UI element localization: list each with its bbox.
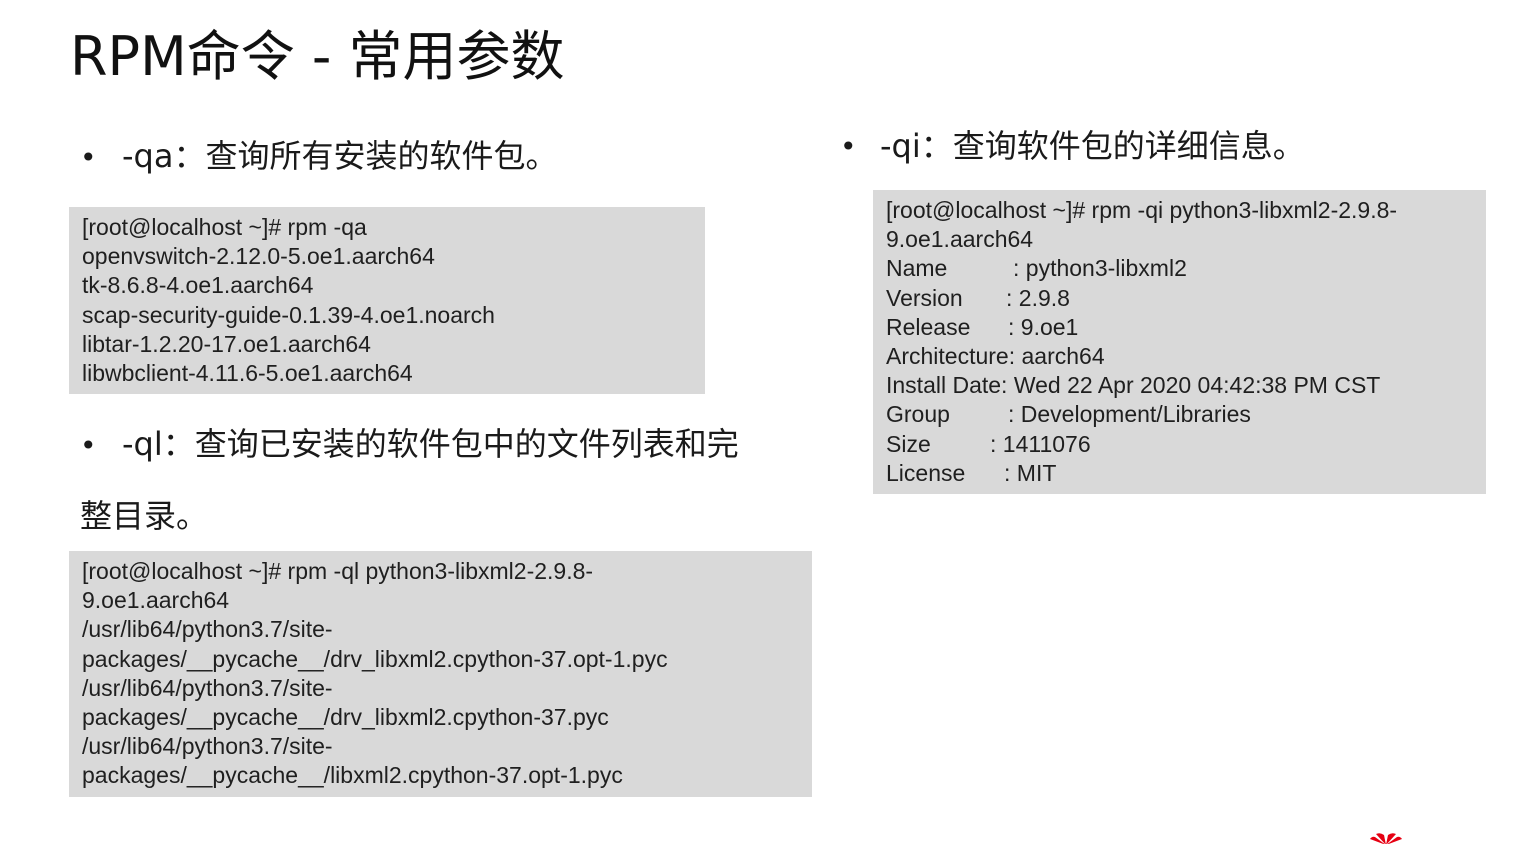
info-field-architecture: Architecture: aarch64 <box>886 342 1473 371</box>
field-value: aarch64 <box>1015 343 1105 370</box>
code-line: /usr/lib64/python3.7/site- <box>82 733 333 760</box>
qi-code-block: [root@localhost ~]# rpm -qi python3-libx… <box>873 190 1486 494</box>
info-field-size: Size : 1411076 <box>886 430 1473 459</box>
code-line: openvswitch-2.12.0-5.oe1.aarch64 <box>82 243 435 270</box>
code-line: packages/__pycache__/libxml2.cpython-37.… <box>82 762 623 789</box>
info-field-license: License : MIT <box>886 459 1473 488</box>
field-key: Group <box>886 401 950 428</box>
field-key: Release <box>886 313 971 340</box>
code-line: /usr/lib64/python3.7/site- <box>82 674 333 701</box>
field-key: Install Date: <box>886 372 1008 399</box>
code-line: [root@localhost ~]# rpm -qa <box>82 214 367 240</box>
info-field-version: Version : 2.9.8 <box>886 284 1473 313</box>
code-line: tk-8.6.8-4.oe1.aarch64 <box>82 272 314 299</box>
code-line: [root@localhost ~]# rpm -ql python3-libx… <box>82 558 594 584</box>
field-value: : python3-libxml2 <box>1013 255 1187 282</box>
info-field-name: Name : python3-libxml2 <box>886 254 1473 283</box>
field-key: Name <box>886 255 948 282</box>
field-key: Architecture: <box>886 343 1016 370</box>
qa-option-label: -qa：查询所有安装的软件包。 <box>122 137 558 175</box>
ql-code-block: [root@localhost ~]# rpm -ql python3-libx… <box>69 551 812 797</box>
info-field-install-date: Install Date: Wed 22 Apr 2020 04:42:38 P… <box>886 371 1473 400</box>
code-line: packages/__pycache__/drv_libxml2.cpython… <box>82 645 668 672</box>
field-value: : 1411076 <box>990 430 1091 457</box>
ql-option-label: -ql：查询已安装的软件包中的文件列表和完 <box>122 425 739 463</box>
info-field-release: Release : 9.oe1 <box>886 313 1473 342</box>
code-line: [root@localhost ~]# rpm -qi python3-libx… <box>886 197 1398 223</box>
field-value: : MIT <box>1004 459 1057 486</box>
field-value: Wed 22 Apr 2020 04:42:38 PM CST <box>1007 372 1381 399</box>
page-title: RPM命令 - 常用参数 <box>70 25 565 88</box>
code-line: /usr/lib64/python3.7/site- <box>82 616 333 643</box>
code-line: libtar-1.2.20-17.oe1.aarch64 <box>82 330 371 357</box>
field-key: Version <box>886 284 963 311</box>
bullet-icon: • <box>80 141 97 174</box>
code-line: packages/__pycache__/drv_libxml2.cpython… <box>82 704 609 731</box>
info-field-group: Group : Development/Libraries <box>886 400 1473 429</box>
bullet-icon: • <box>80 429 97 462</box>
code-line: 9.oe1.aarch64 <box>82 587 230 614</box>
code-line: scap-security-guide-0.1.39-4.oe1.noarch <box>82 301 495 328</box>
qa-code-block: [root@localhost ~]# rpm -qa openvswitch-… <box>69 207 705 394</box>
field-value: : 9.oe1 <box>1008 313 1079 340</box>
ql-option-label-continued: 整目录。 <box>80 497 209 535</box>
field-key: License <box>886 459 966 486</box>
field-value: : Development/Libraries <box>1008 401 1251 428</box>
code-line: libwbclient-4.11.6-5.oe1.aarch64 <box>82 360 413 387</box>
qi-option-label: -qi：查询软件包的详细信息。 <box>880 127 1305 165</box>
code-line: 9.oe1.aarch64 <box>886 226 1034 253</box>
field-value: : 2.9.8 <box>1006 284 1070 311</box>
field-key: Size <box>886 430 931 457</box>
bullet-icon: • <box>840 130 857 163</box>
